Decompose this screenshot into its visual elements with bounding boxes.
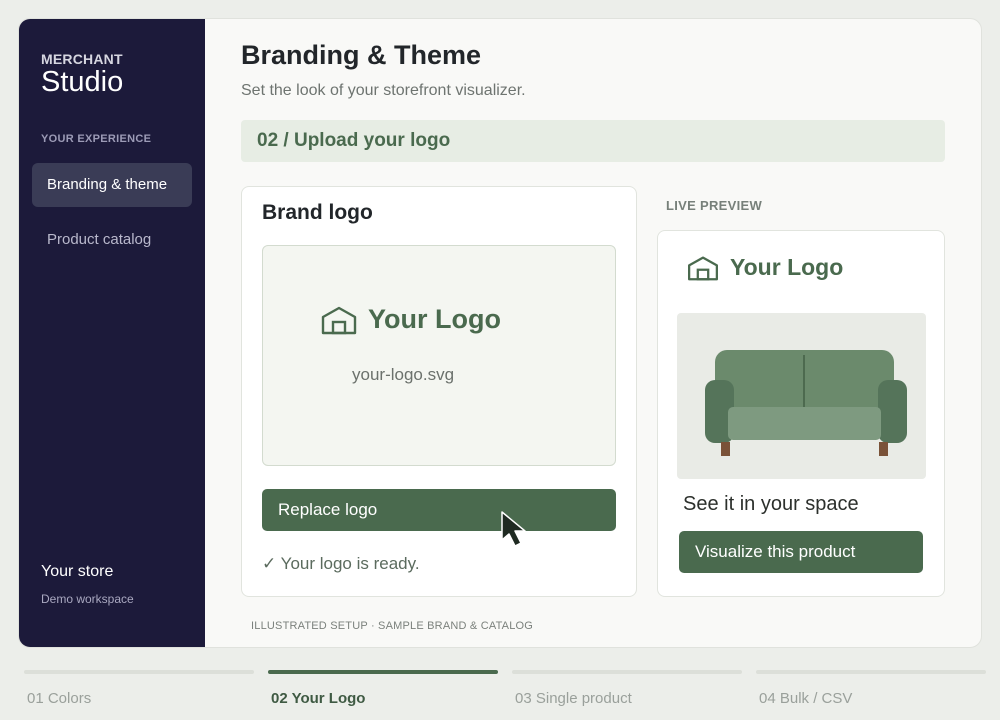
logo-file-name: your-logo.svg	[352, 365, 455, 384]
store-name: Your store	[41, 563, 114, 580]
live-preview-label: LIVE PREVIEW	[666, 198, 763, 213]
step-bar	[268, 670, 498, 674]
mouse-pointer-icon	[501, 511, 526, 547]
card-title: Brand logo	[262, 201, 373, 224]
page-subtitle: Set the look of your storefront visualiz…	[241, 82, 526, 99]
main-content: Branding & Theme Set the look of your st…	[205, 19, 981, 647]
step-label: 02 Your Logo	[271, 690, 366, 707]
step-label: 04 Bulk / CSV	[759, 690, 853, 707]
step-your-logo[interactable]: 02 Your Logo	[268, 670, 498, 720]
brand-name-small: MERCHANT	[41, 51, 123, 67]
brand-name-large: Studio	[41, 66, 124, 98]
step-banner: 02 / Upload your logo	[241, 120, 945, 162]
app-window: MERCHANT Studio YOUR EXPERIENCE Branding…	[18, 18, 982, 648]
live-preview-card: Your Logo See it in your space Visualize…	[657, 230, 945, 597]
house-icon	[321, 306, 357, 334]
product-image	[677, 313, 926, 479]
logo-drop-zone[interactable]: Your Logo your-logo.svg	[262, 245, 616, 466]
step-label: 01 Colors	[27, 690, 92, 707]
preview-logo-text: Your Logo	[730, 254, 844, 280]
step-label: 03 Single product	[515, 690, 632, 707]
page-title: Branding & Theme	[241, 40, 482, 70]
sofa-illustration	[705, 350, 907, 456]
footnote: ILLUSTRATED SETUP · SAMPLE BRAND & CATAL…	[251, 620, 534, 632]
step-bulk-csv[interactable]: 04 Bulk / CSV	[756, 670, 986, 720]
step-bar	[24, 670, 254, 674]
step-single-product[interactable]: 03 Single product	[512, 670, 742, 720]
replace-logo-button[interactable]: Replace logo	[262, 489, 616, 531]
sidebar: MERCHANT Studio YOUR EXPERIENCE Branding…	[19, 19, 205, 647]
visualize-product-button[interactable]: Visualize this product	[679, 531, 923, 573]
preview-caption: See it in your space	[683, 493, 859, 515]
logo-text: Your Logo	[368, 304, 501, 334]
sidebar-item-branding-theme[interactable]: Branding & theme	[32, 163, 192, 207]
store-workspace: Demo workspace	[41, 592, 134, 606]
step-bar	[512, 670, 742, 674]
step-bar	[756, 670, 986, 674]
step-progress: 01 Colors 02 Your Logo 03 Single product…	[0, 670, 1000, 720]
logo-status-message: ✓ Your logo is ready.	[262, 554, 420, 573]
sidebar-section-label: YOUR EXPERIENCE	[41, 133, 152, 145]
sidebar-item-product-catalog[interactable]: Product catalog	[32, 218, 192, 262]
uploaded-logo: Your Logo	[320, 304, 501, 335]
preview-logo: Your Logo	[686, 254, 843, 281]
step-colors[interactable]: 01 Colors	[24, 670, 254, 720]
house-icon	[688, 255, 718, 280]
brand-logo-card: Brand logo Your Logo your-logo.svg Repla…	[241, 186, 637, 597]
